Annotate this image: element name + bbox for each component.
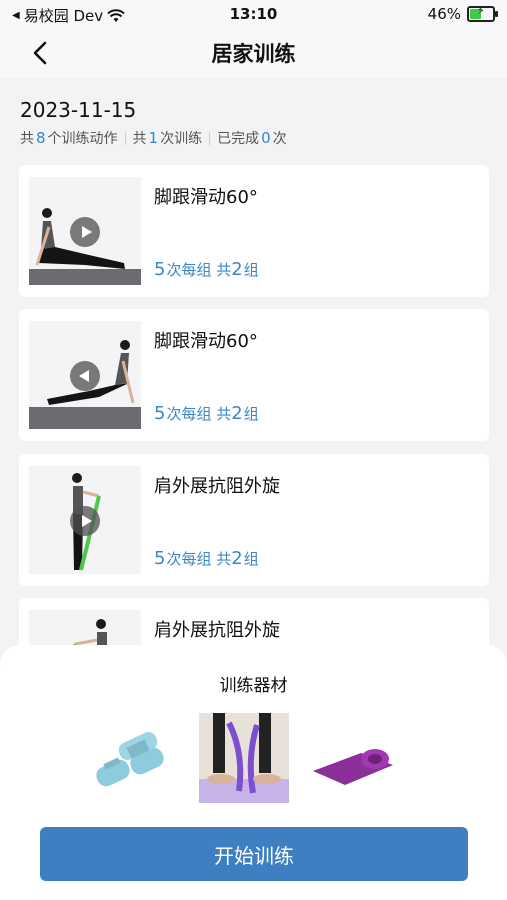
status-bar: ◀ 易校园 Dev 13:10 46% ⚡ bbox=[0, 0, 507, 28]
play-icon[interactable] bbox=[70, 506, 100, 536]
exercise-card[interactable]: 脚跟滑动60° 5次每组 共2组 bbox=[19, 309, 489, 441]
start-training-button[interactable]: 开始训练 bbox=[40, 827, 468, 881]
page-title: 居家训练 bbox=[211, 42, 296, 66]
sets-count: 2 bbox=[231, 548, 243, 569]
exercise-name: 肩外展抗阻外旋 bbox=[154, 620, 280, 641]
divider bbox=[124, 131, 126, 145]
reps-count: 5 bbox=[154, 403, 166, 424]
divider bbox=[209, 131, 211, 145]
exercise-card[interactable]: 肩外展抗阻外旋 5次每组 共2组 bbox=[19, 454, 489, 586]
summary-actions-prefix: 共 bbox=[20, 131, 34, 147]
sets-label: 组 bbox=[243, 261, 259, 279]
summary-actions-count: 8 bbox=[36, 129, 46, 147]
status-right: 46% ⚡ bbox=[427, 4, 498, 23]
equipment-title: 训练器材 bbox=[219, 676, 288, 696]
play-icon[interactable] bbox=[70, 361, 100, 391]
reps-count: 5 bbox=[154, 259, 166, 280]
sets-label: 组 bbox=[243, 405, 259, 423]
yoga-mat-icon bbox=[313, 749, 393, 785]
equipment-sheet: 训练器材 开始训练 bbox=[0, 645, 507, 900]
sets-label: 组 bbox=[243, 550, 259, 568]
charging-bolt-icon: ⚡ bbox=[477, 4, 485, 17]
summary-sessions-count: 1 bbox=[148, 129, 159, 147]
training-date: 2023-11-15 bbox=[20, 98, 137, 122]
play-icon[interactable] bbox=[70, 217, 100, 247]
exercise-name: 肩外展抗阻外旋 bbox=[154, 476, 280, 497]
training-summary: 共 8 个训练动作 共 1 次训练 已完成 0 次 bbox=[20, 128, 287, 148]
sets-prefix: 共 bbox=[216, 405, 232, 423]
exercise-sets: 5次每组 共2组 bbox=[154, 259, 259, 280]
summary-done-prefix: 已完成 bbox=[217, 131, 260, 147]
dumbbell-icon bbox=[96, 732, 164, 787]
battery-percent: 46% bbox=[427, 5, 461, 23]
battery-icon: ⚡ bbox=[467, 4, 498, 22]
reps-label: 次每组 bbox=[166, 261, 212, 279]
sets-prefix: 共 bbox=[216, 550, 232, 568]
summary-done-suffix: 次 bbox=[272, 131, 287, 147]
nav-bar: 居家训练 bbox=[0, 28, 507, 78]
summary-actions-suffix: 个训练动作 bbox=[47, 131, 118, 147]
sets-count: 2 bbox=[231, 403, 243, 424]
reps-label: 次每组 bbox=[166, 550, 212, 568]
exercise-name: 脚跟滑动60° bbox=[154, 187, 258, 208]
exercise-video-thumbnail[interactable] bbox=[29, 177, 141, 285]
exercise-video-thumbnail[interactable] bbox=[29, 466, 141, 574]
summary-done-count: 0 bbox=[261, 129, 271, 147]
summary-sessions-suffix: 次训练 bbox=[160, 131, 203, 147]
exercise-video-thumbnail[interactable] bbox=[29, 321, 141, 429]
summary-sessions-prefix: 共 bbox=[132, 131, 147, 147]
exercise-sets: 5次每组 共2组 bbox=[154, 403, 259, 424]
resistance-band-image bbox=[199, 713, 289, 803]
exercise-card[interactable]: 脚跟滑动60° 5次每组 共2组 bbox=[19, 165, 489, 297]
sets-prefix: 共 bbox=[216, 261, 232, 279]
exercise-sets: 5次每组 共2组 bbox=[154, 548, 259, 569]
reps-label: 次每组 bbox=[166, 405, 212, 423]
exercise-name: 脚跟滑动60° bbox=[154, 331, 258, 352]
sets-count: 2 bbox=[231, 259, 243, 280]
reps-count: 5 bbox=[154, 548, 166, 569]
